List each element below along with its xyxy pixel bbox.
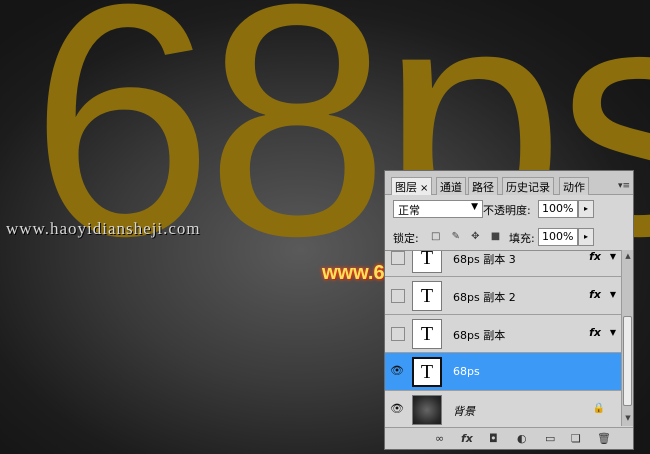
fx-icon[interactable]: fx [589,326,601,339]
panel-bottom-bar: ∞ fx ◘ ◐ ▭ ❏ 🗑 [385,427,633,449]
group-icon[interactable]: ▭ [545,432,555,445]
watermark-site: www.haoyidiansheji.com [6,219,201,238]
layer-name: 68ps [453,365,480,378]
opacity-slider-toggle[interactable]: ▸ [578,200,594,218]
chevron-down-icon[interactable]: ▼ [610,328,616,337]
opacity-label: 不透明度: [483,204,531,217]
opacity-field[interactable]: 100% [538,200,578,218]
text-layer-thumbnail: T [412,251,442,273]
link-icon[interactable]: ∞ [435,432,444,445]
fill-label: 填充: [509,232,535,245]
blend-mode-select[interactable]: 正常 ▼ [393,200,483,218]
visibility-toggle[interactable] [391,251,405,265]
scroll-down-icon[interactable]: ▼ [623,414,633,424]
tab-label: 动作 [563,181,585,194]
layer-row-68ps[interactable]: 👁 T 68ps [385,353,621,391]
tab-label: 历史记录 [506,181,550,194]
fill-field[interactable]: 100% [538,228,578,246]
text-layer-thumbnail: T [412,319,442,349]
visibility-toggle[interactable] [391,289,405,303]
tab-channels[interactable]: 通道 [436,177,466,195]
layer-row-copy2[interactable]: T 68ps 副本 2 fx ▼ [385,277,621,315]
panel-tabs: 图层 × 通道 路径 历史记录 动作 ▾≡ [385,171,633,195]
eye-icon[interactable]: 👁 [390,402,404,415]
eye-icon[interactable]: 👁 [390,364,404,377]
new-layer-icon[interactable]: ❏ [571,432,581,445]
chevron-down-icon[interactable]: ▼ [610,290,616,299]
tab-actions[interactable]: 动作 [559,177,589,195]
layer-row-copy[interactable]: T 68ps 副本 fx ▼ [385,315,621,353]
lock-icon: 🔒 [592,403,605,414]
fx-icon[interactable]: fx [589,288,601,301]
lock-row: 锁定: □ ✎ ✥ ■ 填充: 100% ▸ [385,223,633,249]
chevron-down-icon[interactable]: ▼ [610,252,616,261]
tab-layers[interactable]: 图层 × [391,177,433,195]
lock-options-icon[interactable]: □ ✎ ✥ ■ [431,231,504,242]
scroll-up-icon[interactable]: ▲ [623,252,633,262]
adjustment-icon[interactable]: ◐ [517,432,527,445]
layers-list: T 68ps 副本 3 fx ▼ T 68ps 副本 2 fx ▼ T 68ps… [385,250,621,426]
tab-label: 通道 [440,181,462,194]
tab-label: 图层 [395,181,417,194]
close-icon[interactable]: × [420,183,428,194]
tab-label: 路径 [472,181,494,194]
layer-name: 68ps 副本 3 [453,253,516,266]
fx-icon[interactable]: fx [589,251,601,263]
tab-history[interactable]: 历史记录 [502,177,554,195]
background-layer-thumbnail [412,395,442,425]
scroll-thumb[interactable] [623,316,632,406]
panel-menu-icon[interactable]: ▾≡ [618,181,630,191]
visibility-toggle[interactable] [391,327,405,341]
layer-name: 68ps 副本 [453,329,506,342]
layers-scrollbar[interactable]: ▲ ▼ [621,250,633,426]
text-layer-thumbnail: T [412,281,442,311]
layer-name: 68ps 副本 2 [453,291,516,304]
blend-mode-value: 正常 [398,204,420,217]
mask-icon[interactable]: ◘ [489,432,498,445]
chevron-down-icon: ▼ [471,202,478,212]
layer-name: 背景 [453,405,475,418]
lock-label: 锁定: [393,232,419,245]
trash-icon[interactable]: 🗑 [597,432,611,445]
fill-slider-toggle[interactable]: ▸ [578,228,594,246]
layers-panel: 图层 × 通道 路径 历史记录 动作 ▾≡ 正常 ▼ 不透明度: 100% ▸ 锁… [384,170,634,450]
text-layer-thumbnail: T [412,357,442,387]
tab-paths[interactable]: 路径 [468,177,498,195]
fx-icon[interactable]: fx [461,432,473,445]
layer-row-background[interactable]: 👁 背景 🔒 [385,391,621,426]
layer-row-copy3[interactable]: T 68ps 副本 3 fx ▼ [385,251,621,277]
blend-row: 正常 ▼ 不透明度: 100% ▸ [385,195,633,221]
